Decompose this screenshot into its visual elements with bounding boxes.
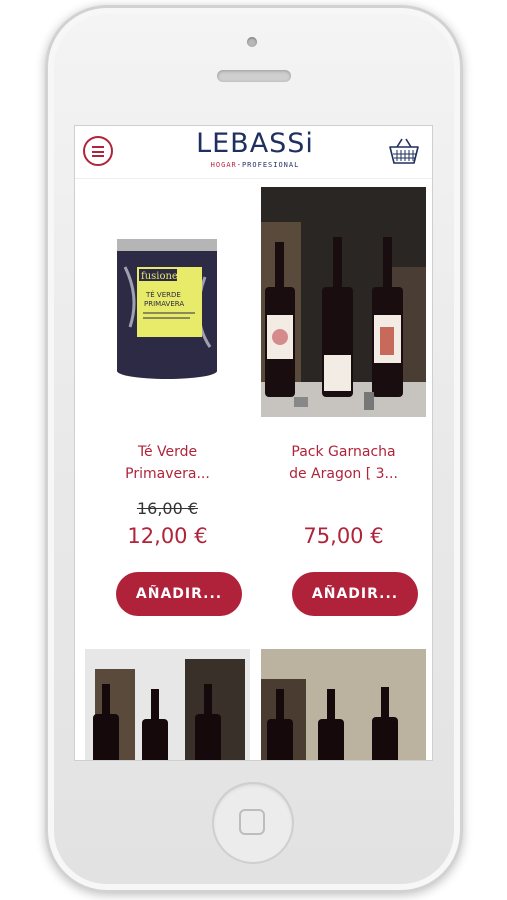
product-image-partial[interactable] xyxy=(261,649,426,761)
site-logo[interactable]: LEBASSi HOGAR-PROFESIONAL xyxy=(175,128,335,176)
logo-tagline: HOGAR-PROFESIONAL xyxy=(210,161,300,169)
shopping-basket-icon[interactable] xyxy=(387,136,421,166)
product-image-wine-pack[interactable] xyxy=(261,187,426,417)
product-price: 75,00 € xyxy=(303,524,384,548)
product-name[interactable]: Pack Garnacha de Aragon [ 3... xyxy=(261,441,426,485)
home-square-icon xyxy=(239,809,265,835)
svg-text:TÉ VERDE: TÉ VERDE xyxy=(145,290,181,299)
product-price: 12,00 € xyxy=(127,524,208,548)
front-camera xyxy=(247,37,257,47)
add-to-cart-button[interactable]: AÑADIR... xyxy=(116,572,242,616)
hamburger-icon[interactable] xyxy=(83,136,113,166)
site-header: LEBASSi HOGAR-PROFESIONAL xyxy=(75,126,432,179)
phone-screen: LEBASSi HOGAR-PROFESIONAL fusione TÉ VER… xyxy=(74,125,433,761)
add-to-cart-button[interactable]: AÑADIR... xyxy=(292,572,418,616)
svg-text:PRIMAVERA: PRIMAVERA xyxy=(144,300,184,308)
product-old-price: 16,00 € xyxy=(136,499,199,518)
product-name[interactable]: Té Verde Primavera... xyxy=(85,441,250,485)
logo-text: LEBASSi xyxy=(196,128,314,159)
product-image-partial[interactable] xyxy=(85,649,250,761)
earpiece-speaker xyxy=(217,70,291,82)
svg-text:fusione: fusione xyxy=(141,271,178,282)
product-image-tea-tin[interactable]: fusione TÉ VERDE PRIMAVERA xyxy=(85,187,250,417)
